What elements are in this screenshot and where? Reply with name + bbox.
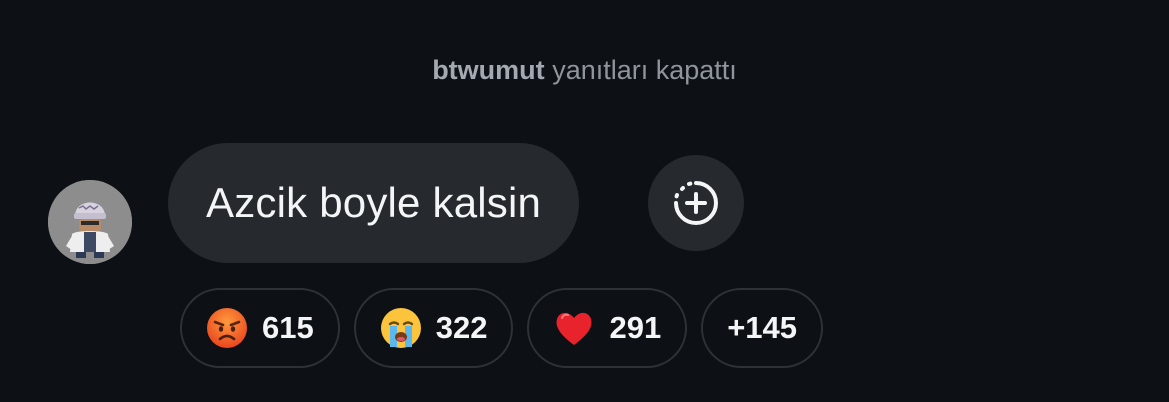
loudly-crying-face-icon	[380, 307, 422, 349]
add-reaction-icon	[674, 181, 718, 225]
message-text: Azcik boyle kalsin	[206, 179, 542, 226]
chat-thread: btwumut yanıtları kapattı Azcik boyle ka…	[0, 0, 1169, 402]
avatar[interactable]	[48, 180, 132, 264]
reaction-count: 615	[262, 310, 314, 345]
reaction-chip-heart[interactable]: 291	[527, 288, 688, 368]
add-reaction-button[interactable]	[648, 155, 744, 251]
reaction-chip-more[interactable]: +145	[701, 288, 824, 368]
reaction-count: 322	[435, 310, 488, 345]
reaction-bar: 615 322 291 +145	[180, 288, 824, 368]
angry-face-icon	[206, 307, 248, 349]
red-heart-icon	[553, 307, 595, 349]
reaction-count: 291	[609, 310, 662, 345]
more-reactions-count: +145	[727, 310, 798, 345]
notice-username[interactable]: btwumut	[432, 55, 544, 85]
message-bubble[interactable]: Azcik boyle kalsin	[168, 143, 580, 263]
replies-closed-notice: btwumut yanıtları kapattı	[0, 52, 1169, 88]
reaction-chip-crying[interactable]: 322	[353, 288, 514, 368]
reaction-chip-angry[interactable]: 615	[180, 288, 340, 368]
notice-text: yanıtları kapattı	[552, 55, 737, 85]
avatar-image	[48, 180, 132, 264]
